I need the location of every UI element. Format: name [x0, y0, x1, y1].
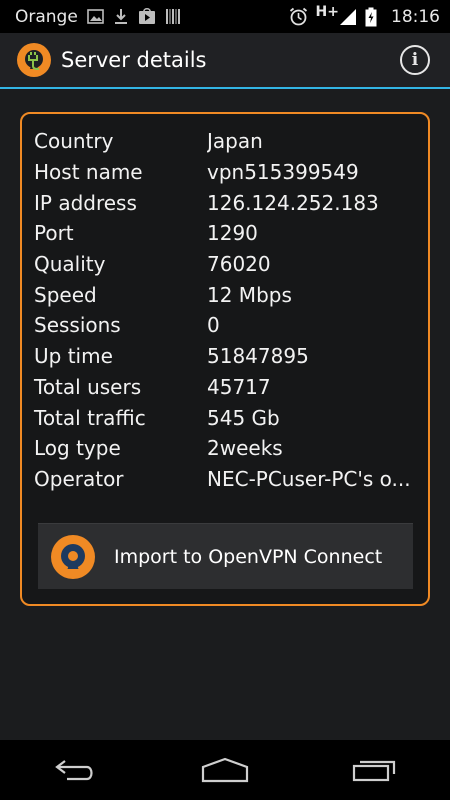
detail-label: Port	[34, 221, 74, 246]
openvpn-icon	[51, 534, 95, 579]
detail-label: Total users	[34, 374, 142, 399]
detail-value: 45717	[207, 374, 271, 399]
detail-row-country: Country Japan	[34, 126, 418, 157]
detail-row-host-name: Host name vpn515399549	[34, 157, 418, 188]
detail-label: Total traffic	[34, 405, 146, 430]
detail-value: 76020	[207, 252, 271, 277]
import-openvpn-button[interactable]: Import to OpenVPN Connect	[38, 523, 413, 589]
detail-value: 1290	[207, 221, 258, 246]
detail-row-port: Port 1290	[34, 218, 418, 249]
detail-label: Country	[34, 129, 114, 154]
info-icon: i	[411, 50, 419, 70]
detail-row-total-users: Total users 45717	[34, 372, 418, 403]
page-title: Server details	[61, 48, 207, 72]
back-icon	[55, 760, 93, 781]
alarm-icon	[289, 7, 307, 26]
recent-apps-icon	[352, 760, 396, 782]
import-button-label: Import to OpenVPN Connect	[114, 545, 383, 568]
detail-row-speed: Speed 12 Mbps	[34, 279, 418, 310]
details-list: Country Japan Host name vpn515399549 IP …	[34, 126, 418, 494]
detail-value: 0	[207, 313, 220, 338]
detail-value: Japan	[207, 129, 263, 154]
action-bar: Server details i	[0, 33, 450, 89]
battery-icon	[365, 7, 377, 26]
play-store-icon	[138, 8, 155, 24]
detail-label: Log type	[34, 436, 121, 461]
detail-label: Sessions	[34, 313, 121, 338]
download-icon	[114, 9, 127, 24]
carrier-name: Orange	[15, 6, 78, 27]
detail-value: vpn515399549	[207, 160, 359, 185]
detail-value: NEC-PCuser-PC's o...	[207, 466, 411, 491]
signal-icon	[340, 8, 356, 25]
detail-value: 51847895	[207, 344, 309, 369]
network-type: H+	[315, 3, 339, 20]
detail-row-total-traffic: Total traffic 545 Gb	[34, 402, 418, 433]
detail-row-log-type: Log type 2weeks	[34, 433, 418, 464]
detail-label: IP address	[34, 190, 137, 215]
image-notification-icon	[87, 9, 104, 24]
detail-row-ip-address: IP address 126.124.252.183	[34, 187, 418, 218]
status-bar: Orange H+ 18:16	[0, 0, 450, 33]
detail-value: 2weeks	[207, 436, 283, 461]
detail-label: Operator	[34, 466, 124, 491]
detail-label: Speed	[34, 282, 97, 307]
detail-label: Host name	[34, 160, 143, 185]
info-button[interactable]: i	[400, 45, 430, 75]
detail-value: 12 Mbps	[207, 282, 292, 307]
detail-row-quality: Quality 76020	[34, 249, 418, 280]
detail-value: 545 Gb	[207, 405, 280, 430]
barcode-icon	[165, 9, 180, 24]
detail-value: 126.124.252.183	[207, 190, 379, 215]
detail-row-sessions: Sessions 0	[34, 310, 418, 341]
server-details-card: Country Japan Host name vpn515399549 IP …	[20, 112, 430, 606]
back-button[interactable]	[45, 750, 105, 790]
app-logo-icon[interactable]	[16, 42, 52, 78]
detail-label: Up time	[34, 344, 113, 369]
clock-time: 18:16	[391, 6, 440, 27]
navigation-bar	[0, 740, 450, 800]
home-button[interactable]	[195, 750, 255, 790]
recent-apps-button[interactable]	[345, 750, 405, 790]
home-icon	[201, 757, 249, 783]
detail-row-operator: Operator NEC-PCuser-PC's o...	[34, 464, 418, 495]
detail-row-up-time: Up time 51847895	[34, 341, 418, 372]
detail-label: Quality	[34, 252, 106, 277]
